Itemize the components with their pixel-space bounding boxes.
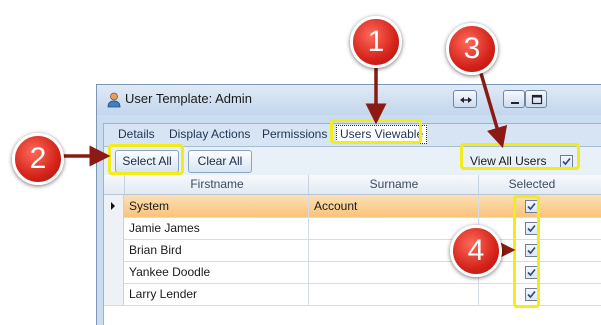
callout-arrows xyxy=(62,66,516,261)
callout-3: 3 xyxy=(446,23,498,75)
callout-2: 2 xyxy=(12,133,64,185)
callout-4: 4 xyxy=(450,225,502,277)
callout-1: 1 xyxy=(350,16,402,68)
callout-arrow-3 xyxy=(478,69,508,149)
